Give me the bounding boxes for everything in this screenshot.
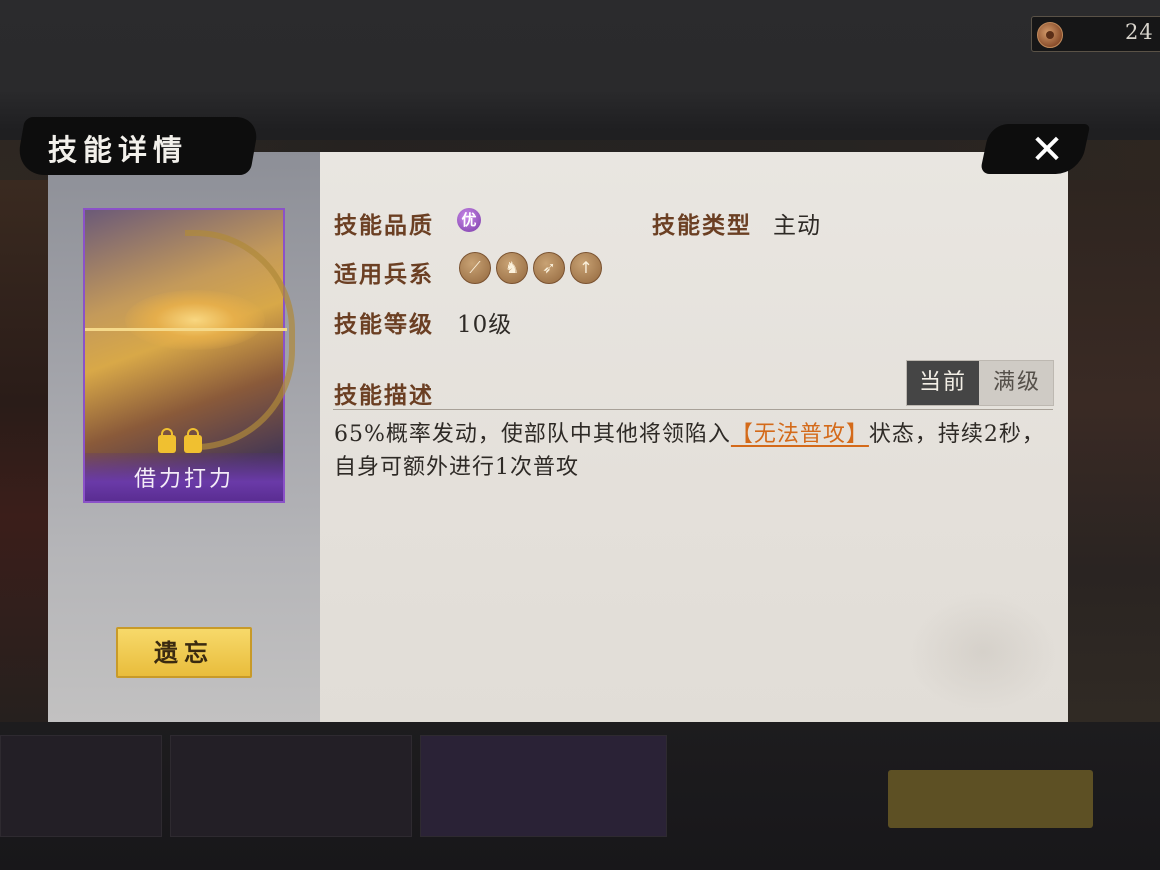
level-label: 技能等级 — [334, 311, 434, 338]
status-keyword-link[interactable]: 【无法普攻】 — [731, 422, 869, 447]
currency-value: 24 — [1125, 20, 1154, 44]
background-left-edge — [0, 180, 48, 740]
coin-icon — [1037, 22, 1063, 48]
description-label: 技能描述 — [334, 382, 434, 409]
forget-button[interactable]: 遗忘 — [116, 627, 252, 678]
lock-icon — [158, 428, 176, 453]
close-icon[interactable]: ✕ — [1025, 128, 1069, 172]
level-toggle: 当前 满级 — [906, 360, 1054, 406]
background-right-edge — [1068, 180, 1160, 740]
bow-icon: ➶ — [533, 252, 565, 284]
tab-max-level[interactable]: 满级 — [981, 361, 1053, 405]
quality-label: 技能品质 — [334, 212, 434, 239]
divider — [333, 409, 1053, 410]
sword-icon: ⟋ — [459, 252, 491, 284]
skill-name: 借力打力 — [133, 467, 234, 492]
bow-art — [185, 230, 295, 450]
currency-display: 24 — [1031, 16, 1160, 52]
horse-icon: ♞ — [496, 252, 528, 284]
arrow-art — [85, 328, 287, 331]
tab-current[interactable]: 当前 — [907, 361, 979, 405]
description-text: 65%概率发动，使部队中其他将领陷入 — [334, 422, 731, 447]
ink-decoration — [908, 592, 1058, 712]
spear-icon: ↑ — [570, 252, 602, 284]
quality-badge: 优 — [457, 208, 481, 232]
lock-icon — [184, 428, 202, 453]
level-value: 10级 — [457, 312, 513, 338]
troops-label: 适用兵系 — [334, 261, 434, 288]
type-value: 主动 — [773, 213, 821, 239]
skill-card: 借力打力 — [83, 208, 295, 503]
type-label: 技能类型 — [652, 212, 752, 239]
background-card — [170, 735, 412, 837]
background-button — [888, 770, 1093, 828]
card-locks — [158, 428, 202, 453]
background-card — [420, 735, 667, 837]
skill-description: 65%概率发动，使部队中其他将领陷入【无法普攻】状态，持续2秒，自身可额外进行1… — [334, 418, 1049, 484]
dialog-title: 技能详情 — [48, 133, 189, 167]
background-card — [0, 735, 162, 837]
